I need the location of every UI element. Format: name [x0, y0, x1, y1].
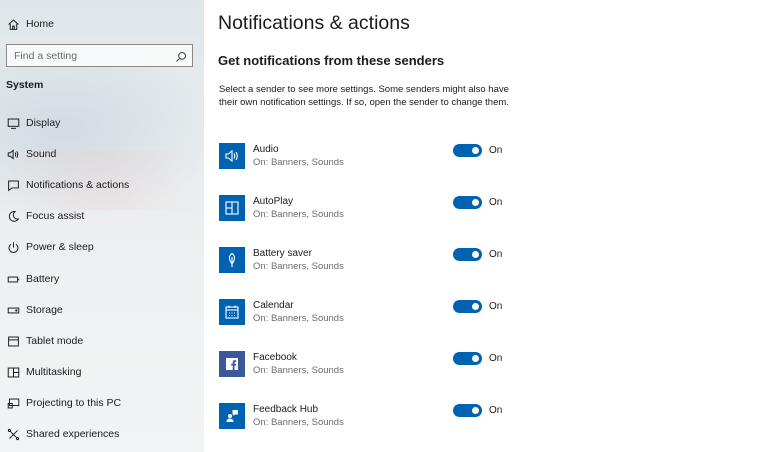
- sender-name: Audio: [253, 144, 279, 155]
- tablet-mode-icon: [6, 334, 20, 348]
- sender-detail: On: Banners, Sounds: [253, 261, 344, 272]
- power-icon: [6, 240, 20, 254]
- toggle-knob: [472, 147, 479, 154]
- sidebar-item-shared-experiences[interactable]: Shared experiences: [0, 422, 204, 446]
- sender-name: Calendar: [253, 300, 294, 311]
- sender-detail: On: Banners, Sounds: [253, 417, 344, 428]
- autoplay-app-icon: [219, 195, 245, 221]
- multitasking-icon: [6, 365, 20, 379]
- display-icon: [6, 116, 20, 130]
- sidebar-item-label: Display: [26, 117, 61, 129]
- search-icon[interactable]: [175, 50, 187, 62]
- home-icon: [6, 17, 20, 31]
- sender-detail: On: Banners, Sounds: [253, 157, 344, 168]
- storage-icon: [6, 303, 20, 317]
- sidebar-item-projecting[interactable]: Projecting to this PC: [0, 391, 204, 415]
- sidebar-item-label: Shared experiences: [26, 428, 120, 440]
- notifications-icon: [6, 178, 20, 192]
- sender-detail: On: Banners, Sounds: [253, 365, 344, 376]
- focus-assist-icon: [6, 209, 20, 223]
- section-label-system: System: [6, 79, 44, 91]
- shared-experiences-icon: [6, 427, 20, 441]
- toggle-label: On: [489, 145, 503, 156]
- toggle-knob: [472, 355, 479, 362]
- section-description: Select a sender to see more settings. So…: [219, 84, 509, 108]
- search-input[interactable]: Find a setting: [6, 44, 193, 67]
- sidebar-item-battery[interactable]: Battery: [0, 267, 204, 291]
- sidebar-item-storage[interactable]: Storage: [0, 298, 204, 322]
- sender-name: Facebook: [253, 352, 297, 363]
- page-title: Notifications & actions: [218, 12, 410, 34]
- search-placeholder: Find a setting: [14, 50, 78, 62]
- sender-name: Feedback Hub: [253, 404, 319, 415]
- sidebar-item-label: Notifications & actions: [26, 179, 130, 191]
- sender-name: AutoPlay: [253, 196, 294, 207]
- sender-detail: On: Banners, Sounds: [253, 209, 344, 220]
- sidebar-item-label: Storage: [26, 304, 63, 316]
- toggle-knob: [472, 199, 479, 206]
- sidebar-item-tablet-mode[interactable]: Tablet mode: [0, 329, 204, 353]
- sender-detail: On: Banners, Sounds: [253, 313, 344, 324]
- toggle-knob: [472, 303, 479, 310]
- battery-saver-app-icon: [219, 247, 245, 273]
- feedback-hub-app-icon: [219, 403, 245, 429]
- toggle-audio[interactable]: [453, 144, 482, 157]
- sidebar-item-label: Sound: [26, 148, 57, 160]
- sidebar-home[interactable]: Home: [0, 12, 204, 36]
- toggle-knob: [472, 407, 479, 414]
- toggle-label: On: [489, 249, 503, 260]
- sidebar-item-sound[interactable]: Sound: [0, 142, 204, 166]
- sidebar: Home Find a setting System Display Sound…: [0, 0, 204, 452]
- sidebar-item-label: Battery: [26, 273, 60, 285]
- sidebar-item-label: Focus assist: [26, 210, 85, 222]
- sidebar-item-label: Tablet mode: [26, 335, 84, 347]
- sidebar-item-label: Multitasking: [26, 366, 82, 378]
- sidebar-item-notifications[interactable]: Notifications & actions: [0, 173, 204, 197]
- toggle-label: On: [489, 197, 503, 208]
- projecting-icon: [6, 396, 20, 410]
- calendar-app-icon: [219, 299, 245, 325]
- toggle-calendar[interactable]: [453, 300, 482, 313]
- toggle-feedback-hub[interactable]: [453, 404, 482, 417]
- sidebar-item-label: Power & sleep: [26, 241, 94, 253]
- toggle-facebook[interactable]: [453, 352, 482, 365]
- toggle-label: On: [489, 353, 503, 364]
- toggle-knob: [472, 251, 479, 258]
- section-heading: Get notifications from these senders: [218, 53, 445, 68]
- sidebar-item-focus-assist[interactable]: Focus assist: [0, 204, 204, 228]
- sidebar-item-power-sleep[interactable]: Power & sleep: [0, 235, 204, 259]
- sender-name: Battery saver: [253, 248, 312, 259]
- toggle-label: On: [489, 405, 503, 416]
- sidebar-home-label: Home: [26, 18, 55, 30]
- sidebar-item-display[interactable]: Display: [0, 111, 204, 135]
- sidebar-item-multitasking[interactable]: Multitasking: [0, 360, 204, 384]
- audio-app-icon: [219, 143, 245, 169]
- main-content: Notifications & actions Get notification…: [204, 0, 768, 452]
- facebook-app-icon: [219, 351, 245, 377]
- toggle-autoplay[interactable]: [453, 196, 482, 209]
- toggle-battery-saver[interactable]: [453, 248, 482, 261]
- sound-icon: [6, 147, 20, 161]
- battery-icon: [6, 272, 20, 286]
- toggle-label: On: [489, 301, 503, 312]
- sidebar-item-label: Projecting to this PC: [26, 397, 122, 409]
